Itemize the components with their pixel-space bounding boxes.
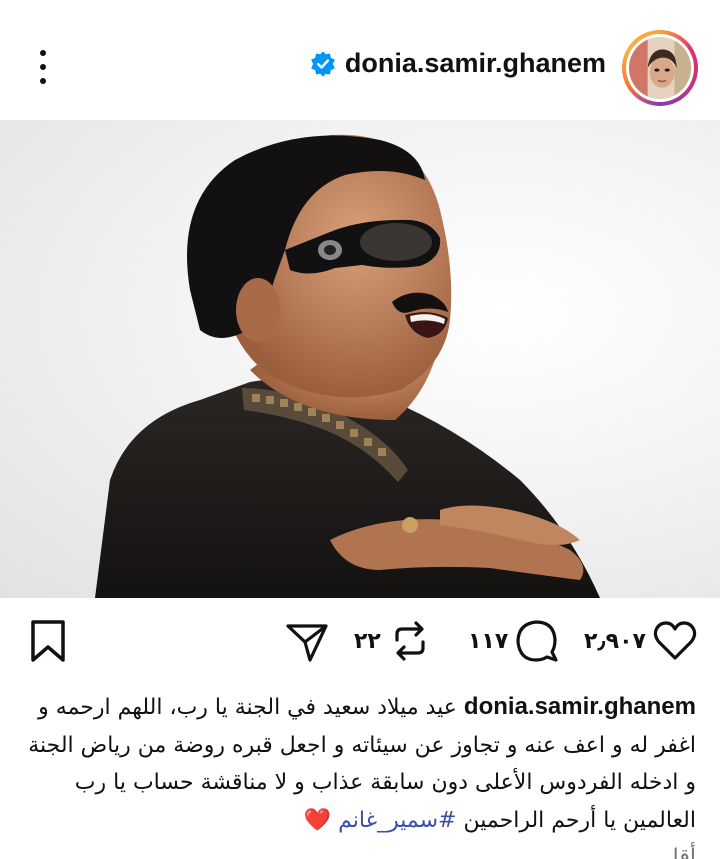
send-icon[interactable] xyxy=(284,618,330,664)
author-avatar[interactable] xyxy=(622,30,698,106)
more-options-icon[interactable] xyxy=(28,46,58,88)
share-action[interactable] xyxy=(284,618,330,664)
caption-username[interactable]: donia.samir.ghanem xyxy=(464,693,696,720)
repost-icon[interactable] xyxy=(387,618,433,664)
dot xyxy=(40,64,46,70)
repost-count: ٢٢ xyxy=(354,628,381,654)
avatar-border xyxy=(626,34,694,102)
post-caption: donia.samir.ghanem عيد ميلاد سعيد في الج… xyxy=(16,688,696,859)
post-photo-illustration xyxy=(95,134,600,598)
dot xyxy=(40,78,46,84)
comment-action[interactable]: ١١٧ xyxy=(468,618,560,664)
author-row: donia.samir.ghanem xyxy=(309,48,606,79)
author-username[interactable]: donia.samir.ghanem xyxy=(345,48,606,79)
comment-count: ١١٧ xyxy=(468,628,509,654)
caption-more-link[interactable]: أقا xyxy=(673,845,696,859)
post-actions-bar: ٢٢ ١١٧ ٢٫٩٠٧ xyxy=(0,598,720,684)
post-header: donia.samir.ghanem xyxy=(0,0,720,120)
like-action[interactable]: ٢٫٩٠٧ xyxy=(584,618,698,664)
repost-action[interactable]: ٢٢ xyxy=(354,618,433,664)
dot xyxy=(40,50,46,56)
bookmark-icon[interactable] xyxy=(28,618,68,664)
comment-icon[interactable] xyxy=(514,618,560,664)
verified-badge-icon xyxy=(311,50,335,77)
post-photo[interactable] xyxy=(0,120,720,598)
heart-icon[interactable] xyxy=(652,618,698,664)
avatar-image xyxy=(629,37,691,99)
like-count: ٢٫٩٠٧ xyxy=(584,628,646,654)
heart-emoji: ❤️ xyxy=(303,807,332,833)
caption-hashtag[interactable]: #سمير_غانم xyxy=(338,808,456,833)
